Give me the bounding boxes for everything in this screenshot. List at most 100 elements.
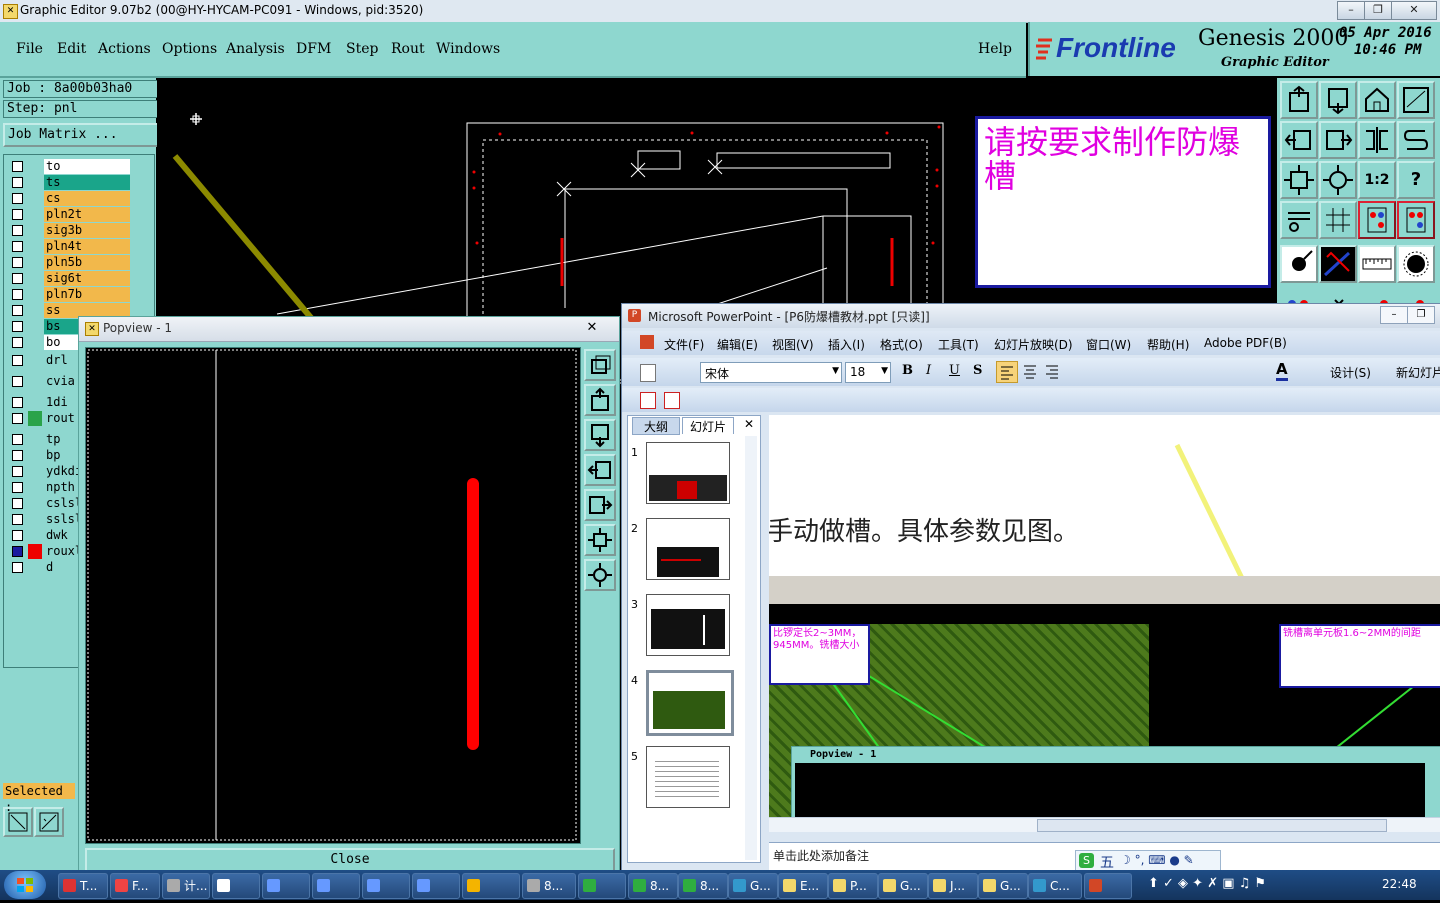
- taskbar-button[interactable]: [578, 873, 626, 899]
- restore-button[interactable]: ❐: [1364, 1, 1392, 20]
- layer-checkbox[interactable]: [12, 466, 23, 477]
- layer-checkbox[interactable]: [12, 273, 23, 284]
- popview-close-bottom-button[interactable]: Close: [85, 848, 615, 872]
- select-tool-button[interactable]: [1280, 245, 1318, 283]
- new-slide-button[interactable]: 新幻灯片: [1396, 364, 1440, 381]
- popview-fit-button[interactable]: [584, 524, 616, 556]
- layer-checkbox[interactable]: [12, 355, 23, 366]
- layer-row[interactable]: pln4t: [10, 239, 130, 254]
- font-size-select[interactable]: 18 ▼: [845, 362, 891, 383]
- layer-row[interactable]: pln7b: [10, 287, 130, 302]
- align-left-button[interactable]: [996, 361, 1018, 383]
- design-button[interactable]: 设计(S): [1330, 364, 1371, 381]
- font-color-button[interactable]: A: [1276, 360, 1288, 381]
- popview-up-button[interactable]: [584, 384, 616, 416]
- close-button[interactable]: ✕: [1391, 1, 1437, 20]
- layer-checkbox[interactable]: [12, 450, 23, 461]
- taskbar-button[interactable]: C...: [1028, 873, 1082, 899]
- slide-editor[interactable]: 手动做槽。具体参数见图。 比锣定长2~3MM，945MM。铣槽大小 铣槽离单元板…: [769, 415, 1440, 817]
- minimize-button[interactable]: –: [1337, 1, 1365, 20]
- job-matrix-button[interactable]: Job Matrix ...: [3, 123, 160, 147]
- pad-button[interactable]: [1397, 245, 1435, 283]
- menu-step[interactable]: Step: [346, 41, 378, 57]
- taskbar-button[interactable]: F...: [110, 873, 160, 899]
- menu-analysis[interactable]: Analysis: [226, 41, 285, 57]
- pan-right-button[interactable]: [1319, 121, 1357, 159]
- taskbar-button[interactable]: [262, 873, 310, 899]
- italic-button[interactable]: I: [926, 363, 931, 378]
- ppt-menu-item[interactable]: 视图(V): [772, 336, 814, 353]
- ppt-menu-item[interactable]: 文件(F): [664, 336, 704, 353]
- scale-1-2-button[interactable]: 1:2: [1358, 161, 1396, 199]
- layer-row[interactable]: sig3b: [10, 223, 130, 238]
- popview-zoom-button[interactable]: [584, 559, 616, 591]
- tab-outline[interactable]: 大纲: [632, 417, 680, 435]
- slide-hscroll-thumb[interactable]: [1037, 819, 1387, 832]
- ppt-menu-item[interactable]: 窗口(W): [1086, 336, 1131, 353]
- slides-pane-scrollbar[interactable]: [745, 436, 757, 860]
- taskbar-button[interactable]: J...: [928, 873, 978, 899]
- popview-close-button[interactable]: ✕: [572, 318, 612, 338]
- pan-left-button[interactable]: [1280, 121, 1318, 159]
- ppt-menu-item[interactable]: 编辑(E): [717, 336, 758, 353]
- align-right-button[interactable]: [1042, 361, 1062, 385]
- tool-settings-button[interactable]: [1280, 201, 1318, 239]
- ppt-menu-item[interactable]: 插入(I): [828, 336, 865, 353]
- layer-checkbox[interactable]: [12, 546, 23, 557]
- snap-tool-button[interactable]: [3, 807, 33, 837]
- ppt-menu-item[interactable]: 格式(O): [880, 336, 923, 353]
- layer-checkbox[interactable]: [12, 498, 23, 509]
- home-view-button[interactable]: [1358, 81, 1396, 119]
- rotate-button[interactable]: [1397, 121, 1435, 159]
- slides-pane-close-icon[interactable]: ✕: [744, 417, 754, 431]
- layer-checkbox[interactable]: [12, 562, 23, 573]
- menu-help[interactable]: Help: [978, 41, 1012, 57]
- slide-hscrollbar[interactable]: [769, 817, 1440, 832]
- layer-checkbox[interactable]: [12, 257, 23, 268]
- taskbar-button[interactable]: [212, 873, 260, 899]
- menu-rout[interactable]: Rout: [391, 41, 425, 57]
- taskbar-button[interactable]: 8...: [628, 873, 678, 899]
- pdf-convert-icon[interactable]: [640, 392, 656, 409]
- menu-actions[interactable]: Actions: [98, 41, 151, 57]
- layer-checkbox[interactable]: [12, 321, 23, 332]
- layer-checkbox[interactable]: [12, 337, 23, 348]
- layer-checkbox[interactable]: [12, 177, 23, 188]
- fit-screen-button[interactable]: [1280, 161, 1318, 199]
- taskbar-button[interactable]: 8...: [678, 873, 728, 899]
- pan-down-button[interactable]: [1319, 81, 1357, 119]
- layer-checkbox[interactable]: [12, 530, 23, 541]
- taskbar-button[interactable]: 计...: [162, 873, 210, 899]
- ime-toolbar[interactable]: S 五 ☽ °, ⌨ ● ✎: [1075, 850, 1221, 872]
- layer-checkbox[interactable]: [12, 397, 23, 408]
- ppt-menu-item[interactable]: 工具(T): [938, 336, 979, 353]
- taskbar-button[interactable]: [412, 873, 460, 899]
- window-view-button[interactable]: [1397, 81, 1435, 119]
- slide-thumbnail[interactable]: [646, 518, 730, 580]
- clock[interactable]: 22:48: [1382, 877, 1417, 891]
- layer-checkbox[interactable]: [12, 514, 23, 525]
- start-button[interactable]: [4, 871, 46, 899]
- shadow-button[interactable]: S: [973, 363, 982, 378]
- ppt-restore-button[interactable]: ❐: [1407, 306, 1435, 324]
- taskbar-button[interactable]: [312, 873, 360, 899]
- tray-icons[interactable]: ⬆ ✓ ◈ ✦ ✗ ▣ ♫ ⚑: [1148, 876, 1368, 894]
- taskbar-button[interactable]: T...: [58, 873, 108, 899]
- layer-checkbox[interactable]: [12, 289, 23, 300]
- underline-button[interactable]: U: [949, 363, 960, 378]
- measure-tool-button[interactable]: [34, 807, 64, 837]
- layer-checkbox[interactable]: [12, 193, 23, 204]
- popview-right-button[interactable]: [584, 489, 616, 521]
- menu-file[interactable]: File: [16, 41, 43, 57]
- taskbar-button[interactable]: G...: [728, 873, 778, 899]
- slide-thumbnail[interactable]: [646, 670, 734, 736]
- slide-thumbnail[interactable]: [646, 594, 730, 656]
- ppt-menu-item[interactable]: 幻灯片放映(D): [994, 336, 1073, 353]
- layer-checkbox[interactable]: [12, 209, 23, 220]
- layer-filter-button-1[interactable]: [1358, 201, 1396, 239]
- menu-options[interactable]: Options: [162, 41, 217, 57]
- ppt-minimize-button[interactable]: –: [1380, 306, 1408, 324]
- bold-button[interactable]: B: [902, 363, 913, 378]
- help-query-button[interactable]: ?: [1397, 161, 1435, 199]
- layer-row[interactable]: pln2t: [10, 207, 130, 222]
